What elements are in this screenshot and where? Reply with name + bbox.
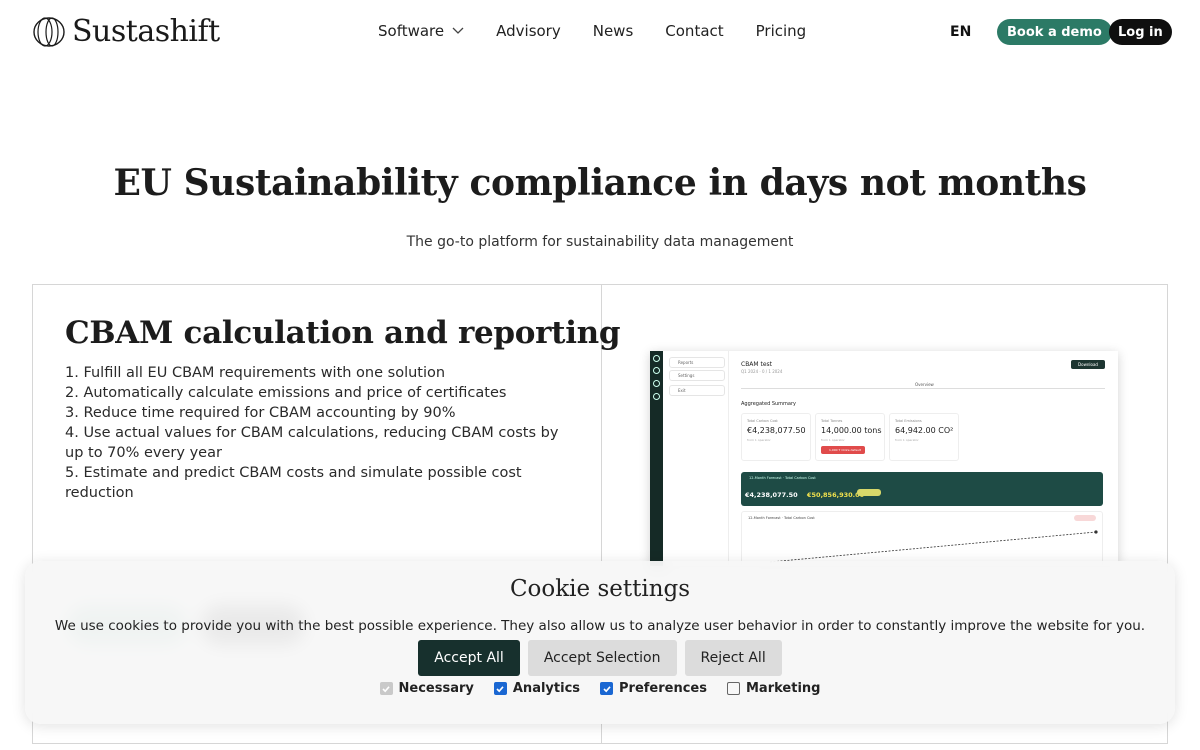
accept-selection-button[interactable]: Accept Selection	[527, 640, 677, 676]
nav-item-label: Contact	[665, 22, 724, 40]
main-nav: Software Advisory News Contact Pricing	[378, 22, 806, 40]
checkbox-preferences[interactable]: Preferences	[600, 681, 707, 696]
list-item: 5. Estimate and predict CBAM costs and s…	[65, 465, 522, 501]
chart-title: 12-Month Forecast · Total Carbon Cost	[748, 516, 815, 520]
kpi-card: Total Emissions 64,942.00 CO² from 1 ope…	[889, 413, 959, 461]
checkbox-icon[interactable]	[600, 682, 614, 695]
kpi-note: from 1 operator	[747, 438, 771, 442]
section-title: Aggregated Summary	[741, 401, 796, 407]
sidebar-item-reports: Reports	[669, 357, 725, 368]
gear-icon	[653, 393, 660, 400]
cookie-banner: Cookie settings We use cookies to provid…	[25, 561, 1175, 724]
dashboard-preview: Reports Settings Exit CBAM test Q1 2024 …	[650, 351, 1118, 566]
tab-overview: Overview	[915, 382, 934, 387]
kpi-label: Total Carbon Cost	[747, 419, 778, 423]
checkbox-label: Marketing	[746, 681, 821, 696]
chevron-down-icon	[452, 27, 464, 34]
list-item: 3. Reduce time required for CBAM account…	[65, 405, 456, 421]
kpi-label: Total Emissions	[895, 419, 922, 423]
checkbox-necessary: Necessary	[379, 681, 474, 696]
users-icon	[653, 380, 660, 387]
download-button: Download	[1071, 360, 1105, 369]
dashboard-sidebar: Reports Settings Exit	[663, 351, 729, 566]
language-selector[interactable]: EN	[950, 24, 971, 40]
checkbox-analytics[interactable]: Analytics	[493, 681, 581, 696]
sidebar-item-exit: Exit	[669, 385, 725, 396]
checkbox-icon[interactable]	[727, 682, 740, 695]
kpi-value: €4,238,077.50	[747, 426, 806, 435]
site-header: Sustashift Software Advisory News Contac…	[0, 0, 1200, 66]
checkbox-label: Necessary	[398, 681, 474, 696]
rail-logo-icon	[653, 355, 660, 362]
list-item: 1. Fulfill all EU CBAM requirements with…	[65, 365, 446, 381]
nav-item-label: Advisory	[496, 22, 561, 40]
dashboard-title: CBAM test	[741, 361, 773, 368]
forecast-title: 12-Month Forecast · Total Carbon Cost	[749, 476, 816, 480]
hero-title: EU Sustainability compliance in days not…	[113, 162, 1087, 204]
cookie-button-group: Accept All Accept Selection Reject All	[25, 640, 1175, 676]
kpi-note: from 1 operator	[895, 438, 919, 442]
logo-icon	[33, 16, 65, 47]
forecast-chart: 12-Month Forecast · Total Carbon Cost	[741, 511, 1103, 566]
kpi-card: Total Carbon Cost €4,238,077.50 from 1 o…	[741, 413, 811, 461]
forecast-projected: €50,856,930.00	[807, 491, 865, 499]
sidebar-item-settings: Settings	[669, 370, 725, 381]
cookie-text: We use cookies to provide you with the b…	[54, 618, 1146, 634]
dashboard-main: CBAM test Q1 2024 · 0 / 1 2024 Download …	[735, 351, 1111, 566]
chart-badge	[1074, 515, 1096, 521]
kpi-value: 64,942.00 CO²	[895, 426, 954, 435]
kpi-note: from 1 operator	[821, 438, 845, 442]
nav-item-contact[interactable]: Contact	[665, 22, 723, 40]
kpi-label: Total Tonnes	[821, 419, 843, 423]
login-button[interactable]: Log in	[1109, 19, 1172, 45]
checkbox-label: Preferences	[619, 681, 707, 696]
checkbox-icon[interactable]	[493, 682, 507, 695]
nav-item-pricing[interactable]: Pricing	[756, 22, 807, 40]
cookie-options: Necessary Analytics Preferences Marketin…	[25, 681, 1175, 696]
kpi-card: Total Tonnes 14,000.00 tons from 1 opera…	[815, 413, 885, 461]
hero-subtitle: The go-to platform for sustainability da…	[406, 234, 794, 250]
checkbox-marketing[interactable]: Marketing	[727, 681, 820, 696]
feature-list: 1. Fulfill all EU CBAM requirements with…	[65, 363, 575, 503]
checkbox-icon	[379, 682, 393, 695]
brand-logo[interactable]: Sustashift	[32, 14, 220, 49]
checkbox-label: Analytics	[512, 681, 581, 696]
nav-item-software[interactable]: Software	[378, 22, 464, 40]
nav-item-label: Pricing	[755, 22, 807, 40]
dashboard-rail	[650, 351, 663, 566]
list-item: 2. Automatically calculate emissions and…	[65, 385, 507, 401]
nav-item-label: News	[592, 22, 634, 40]
home-icon	[653, 367, 660, 374]
chart-line	[770, 530, 1098, 563]
book-demo-button[interactable]: Book a demo	[997, 19, 1112, 45]
kpi-badge: 1,000 T CO2e default	[821, 446, 865, 454]
nav-item-advisory[interactable]: Advisory	[496, 22, 561, 40]
forecast-panel: 12-Month Forecast · Total Carbon Cost €4…	[741, 472, 1103, 506]
nav-item-label: Software	[378, 22, 445, 40]
nav-item-news[interactable]: News	[593, 22, 634, 40]
cookie-title: Cookie settings	[509, 576, 691, 602]
list-item: 4. Use actual values for CBAM calculatio…	[65, 425, 559, 461]
forecast-current: €4,238,077.50	[745, 491, 798, 499]
tab-underline	[741, 388, 1105, 389]
accept-all-button[interactable]: Accept All	[418, 640, 520, 676]
kpi-value: 14,000.00 tons	[821, 426, 882, 435]
feature-title: CBAM calculation and reporting	[65, 315, 621, 351]
forecast-badge	[857, 489, 881, 496]
reject-all-button[interactable]: Reject All	[684, 640, 782, 676]
dashboard-subtitle: Q1 2024 · 0 / 1 2024	[741, 369, 783, 374]
brand-name: Sustashift	[72, 14, 220, 49]
